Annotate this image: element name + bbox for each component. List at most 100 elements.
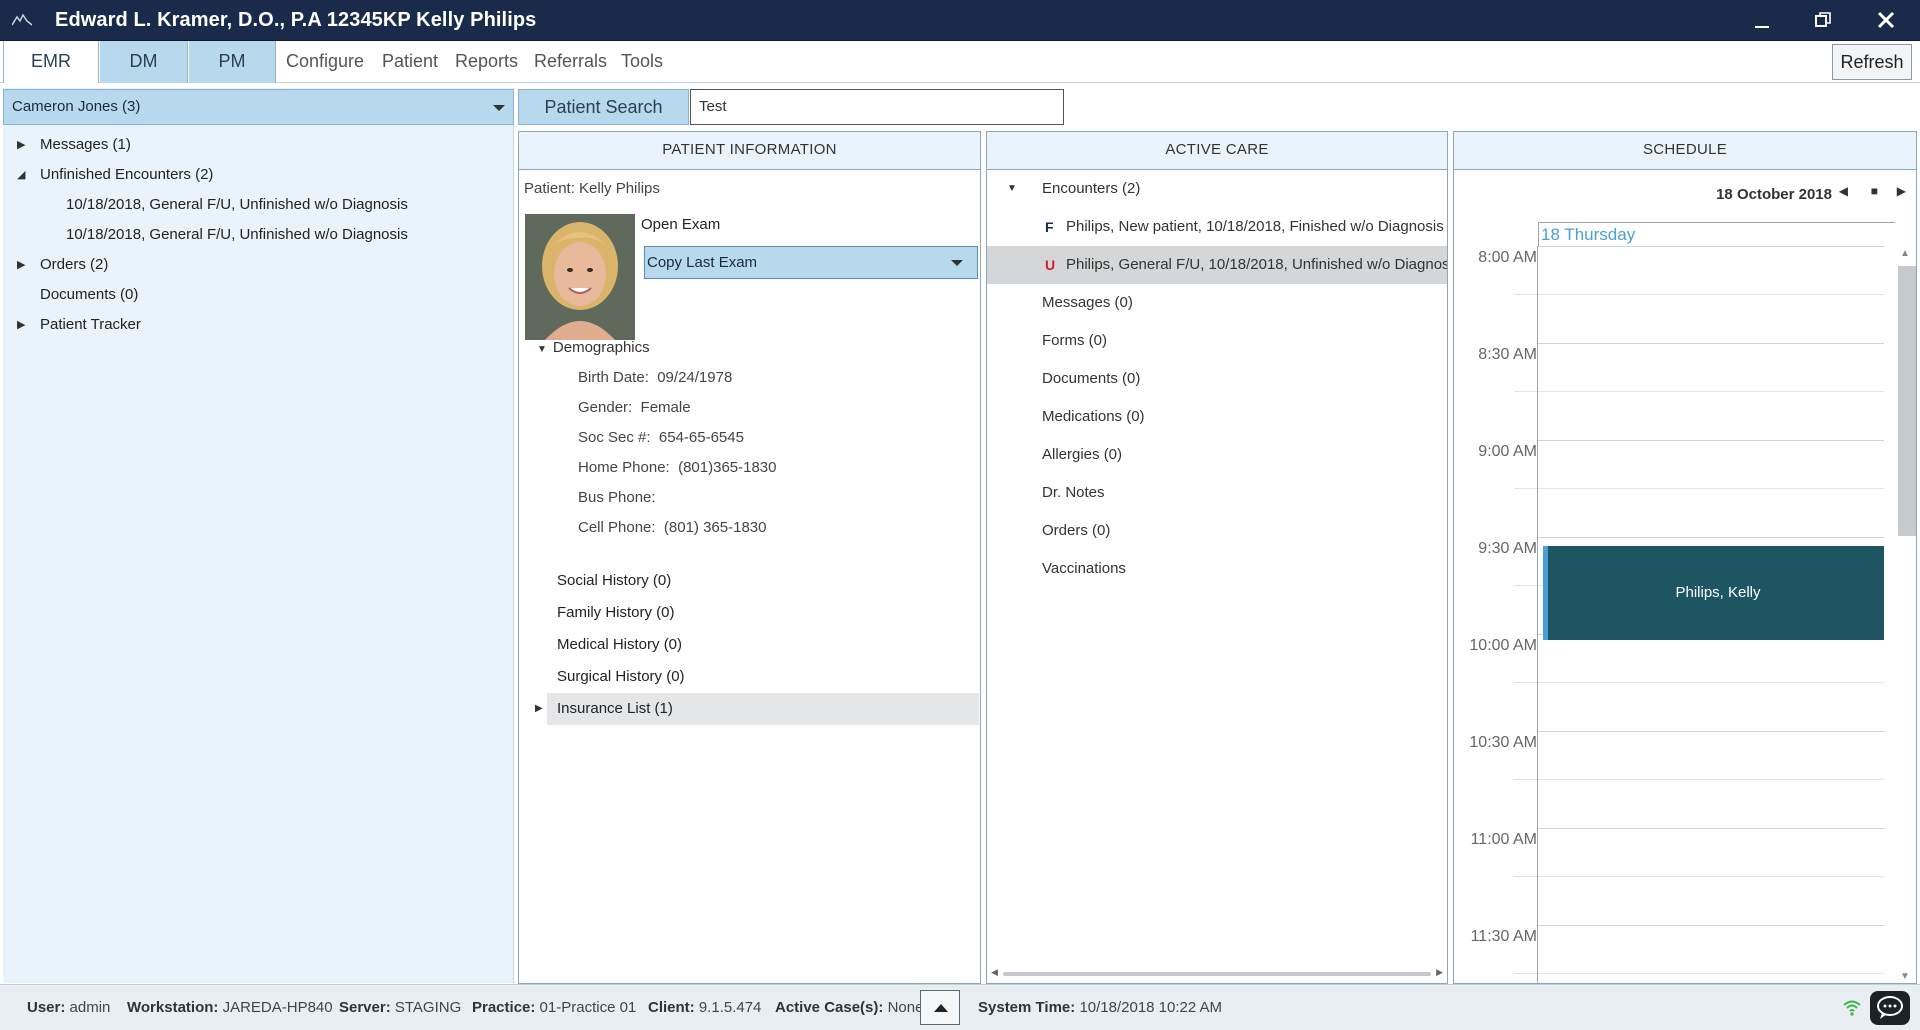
grid-line: [1514, 391, 1884, 392]
active-care-allergies[interactable]: Allergies (0): [987, 436, 1447, 474]
tab-dm[interactable]: DM: [100, 41, 188, 83]
scroll-right-icon[interactable]: ▶: [1436, 967, 1443, 978]
insurance-list-item[interactable]: ▶ Insurance List (1): [535, 693, 979, 725]
vertical-scrollbar[interactable]: ▲ ▼: [1894, 246, 1916, 984]
grid-line: [1538, 343, 1884, 344]
exam-select-value: Copy Last Exam: [647, 254, 758, 271]
tree-item-label: Orders (2): [40, 256, 109, 273]
encounter-label: Philips, General F/U, 10/18/2018, Unfini…: [1066, 256, 1447, 273]
appointment-block[interactable]: Philips, Kelly: [1543, 546, 1884, 640]
active-care-dr-notes[interactable]: Dr. Notes: [987, 474, 1447, 512]
menu-reports[interactable]: Reports: [455, 41, 518, 83]
demographics-toggle[interactable]: ▼ Demographics: [537, 339, 650, 356]
expand-arrow-icon[interactable]: ▶: [535, 693, 543, 725]
time-label: 9:00 AM: [1478, 443, 1537, 460]
panel-header: PATIENT INFORMATION: [519, 132, 980, 170]
refresh-button[interactable]: Refresh: [1832, 44, 1912, 80]
status-label: Server:: [339, 999, 391, 1016]
menu-tools[interactable]: Tools: [621, 41, 663, 83]
collapse-arrow-icon[interactable]: ◢: [17, 160, 25, 190]
horizontal-scrollbar[interactable]: ◀ ▶: [991, 967, 1443, 979]
tree-item-encounter[interactable]: 10/18/2018, General F/U, Unfinished w/o …: [3, 220, 514, 250]
expand-arrow-icon[interactable]: ▶: [17, 130, 25, 160]
tab-emr[interactable]: EMR: [3, 41, 99, 83]
family-history-item[interactable]: Family History (0): [547, 597, 979, 629]
field-value: (801) 365-1830: [663, 519, 767, 536]
time-slot[interactable]: 8:30 AM: [1454, 343, 1884, 440]
tree-item-orders[interactable]: ▶ Orders (2): [3, 250, 514, 280]
active-care-panel: ACTIVE CARE ▼ Encounters (2) F Philips, Ne…: [986, 131, 1448, 984]
expand-arrow-icon[interactable]: ▶: [17, 310, 25, 340]
grid-line: [1514, 973, 1884, 974]
provider-select[interactable]: Cameron Jones (3): [3, 89, 514, 125]
previous-day-icon[interactable]: ◀: [1839, 184, 1848, 198]
demographic-gender: Gender: Female: [578, 399, 691, 416]
time-label: 11:30 AM: [1470, 928, 1537, 945]
tree-item-documents[interactable]: Documents (0): [3, 280, 514, 310]
social-history-item[interactable]: Social History (0): [547, 565, 979, 597]
grid-line: [1538, 731, 1884, 732]
scroll-down-icon[interactable]: ▼: [1900, 971, 1910, 982]
scroll-up-icon[interactable]: ▲: [1900, 248, 1910, 259]
surgical-history-item[interactable]: Surgical History (0): [547, 661, 979, 693]
time-label: 8:30 AM: [1478, 346, 1537, 363]
scrollbar-thumb[interactable]: [1898, 266, 1916, 536]
time-slot[interactable]: 11:00 AM: [1454, 828, 1884, 925]
calendar-icon[interactable]: ■: [1871, 184, 1878, 198]
time-slot[interactable]: 9:00 AM: [1454, 440, 1884, 537]
chat-button[interactable]: [1870, 991, 1910, 1025]
field-label: Home Phone:: [578, 459, 670, 476]
status-label: System Time:: [978, 999, 1076, 1016]
collapse-arrow-icon: ▼: [1007, 183, 1017, 194]
time-slot[interactable]: 8:00 AM: [1454, 246, 1884, 343]
schedule-date: 18 October 2018: [1716, 186, 1832, 203]
expand-status-button[interactable]: [920, 990, 960, 1025]
encounter-row-selected[interactable]: U Philips, General F/U, 10/18/2018, Unfin…: [987, 246, 1447, 284]
tree-item-messages[interactable]: ▶ Messages (1): [3, 130, 514, 160]
tree-item-unfinished-encounters[interactable]: ◢ Unfinished Encounters (2): [3, 160, 514, 190]
active-care-messages[interactable]: Messages (0): [987, 284, 1447, 322]
active-care-orders[interactable]: Orders (0): [987, 512, 1447, 550]
patient-search-input[interactable]: Test: [690, 89, 1064, 125]
patient-search-button[interactable]: Patient Search: [518, 89, 689, 125]
encounter-row[interactable]: F Philips, New patient, 10/18/2018, Finis…: [987, 208, 1447, 246]
scroll-left-icon[interactable]: ◀: [991, 967, 998, 978]
active-care-medications[interactable]: Medications (0): [987, 398, 1447, 436]
active-care-vaccinations[interactable]: Vaccinations: [987, 550, 1447, 588]
time-gutter-divider: [1537, 246, 1538, 984]
menu-patient[interactable]: Patient: [382, 41, 438, 83]
status-value: 9.1.5.474: [698, 999, 762, 1016]
active-care-forms[interactable]: Forms (0): [987, 322, 1447, 360]
demographic-cell-phone: Cell Phone: (801) 365-1830: [578, 519, 766, 536]
time-label: 10:00 AM: [1469, 637, 1537, 654]
menu-referrals[interactable]: Referrals: [534, 41, 607, 83]
close-button[interactable]: [1861, 0, 1911, 41]
next-day-icon[interactable]: ▶: [1897, 184, 1906, 198]
expand-arrow-icon[interactable]: ▶: [17, 250, 25, 280]
tree-item-patient-tracker[interactable]: ▶ Patient Tracker: [3, 310, 514, 340]
time-slot[interactable]: 11:30 AM: [1454, 925, 1884, 984]
minimize-button[interactable]: [1737, 0, 1787, 41]
active-care-documents[interactable]: Documents (0): [987, 360, 1447, 398]
medical-history-item[interactable]: Medical History (0): [547, 629, 979, 661]
field-label: Cell Phone:: [578, 519, 656, 536]
title-bar: Edward L. Kramer, D.O., P.A 12345KP Kell…: [0, 0, 1920, 41]
tree-item-label: Unfinished Encounters (2): [40, 166, 214, 183]
tree-item-encounter[interactable]: 10/18/2018, General F/U, Unfinished w/o …: [3, 190, 514, 220]
unfinished-badge-icon: U: [1045, 257, 1056, 273]
tab-pm[interactable]: PM: [189, 41, 276, 83]
encounters-toggle[interactable]: ▼ Encounters (2): [987, 170, 1447, 208]
time-slot[interactable]: 10:00 AM: [1454, 634, 1884, 731]
menu-configure[interactable]: Configure: [286, 41, 364, 83]
grid-line: [1538, 246, 1884, 247]
scrollbar-thumb[interactable]: [1003, 972, 1431, 976]
encounter-label: Philips, New patient, 10/18/2018, Finish…: [1066, 218, 1444, 235]
schedule-panel: SCHEDULE 18 October 2018 ◀ ■ ▶ 18 Thursd…: [1453, 131, 1917, 984]
time-slot[interactable]: 10:30 AM: [1454, 731, 1884, 828]
time-label: 11:00 AM: [1470, 831, 1537, 848]
schedule-grid[interactable]: 8:00 AM 8:30 AM 9:00 AM 9:30 AM 10:00 AM…: [1454, 246, 1884, 984]
chat-icon: [1877, 996, 1903, 1019]
chevron-up-icon: [934, 1004, 948, 1012]
restore-button[interactable]: [1798, 0, 1848, 41]
exam-select[interactable]: Copy Last Exam: [644, 246, 978, 279]
